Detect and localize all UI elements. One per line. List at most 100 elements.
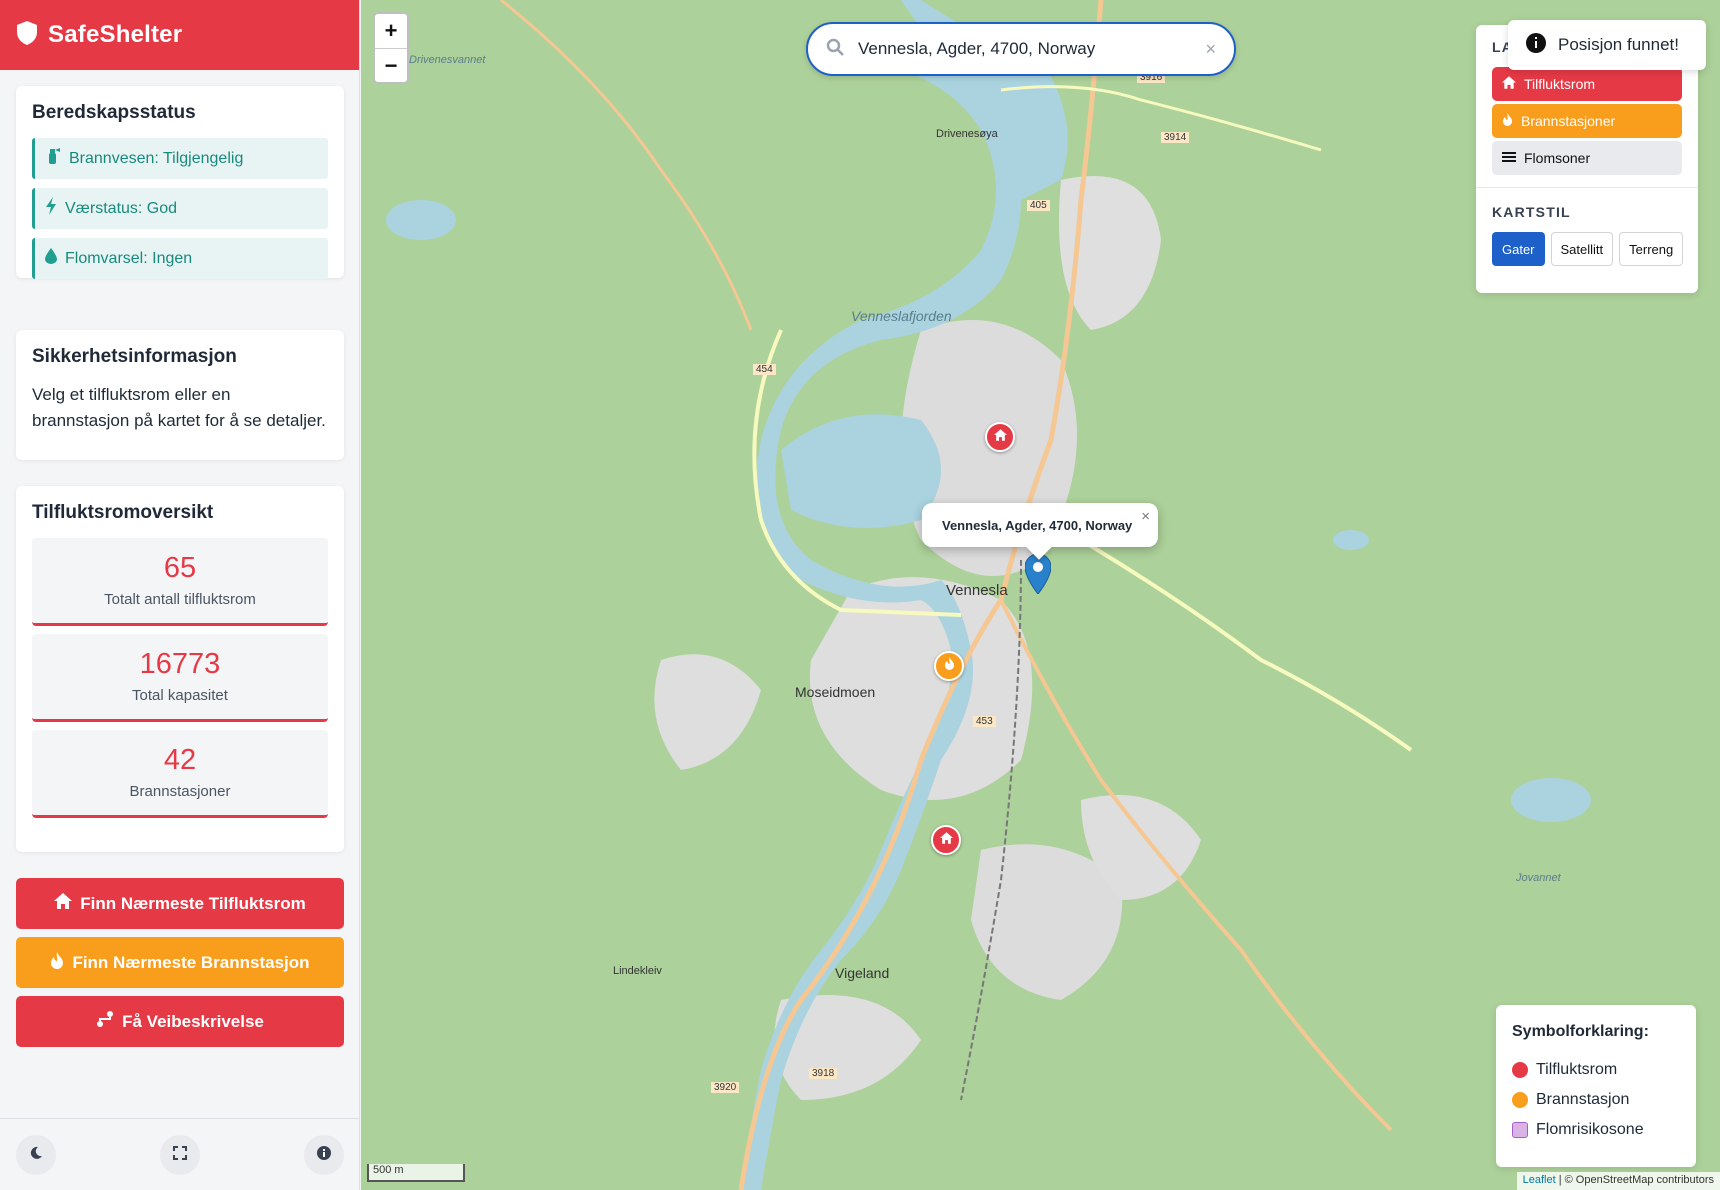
stat-value: 65 bbox=[163, 552, 197, 584]
preparedness-title: Beredskapsstatus bbox=[32, 102, 196, 123]
toast-notification: Posisjon funnet! bbox=[1508, 20, 1706, 70]
safety-info-title: Sikkerhetsinformasjon bbox=[32, 346, 237, 367]
road-shield: 453 bbox=[973, 716, 996, 727]
info-icon bbox=[1526, 32, 1546, 58]
get-directions-button[interactable]: Få Veibeskrivelse bbox=[16, 996, 344, 1047]
map-label-town: Vennesla bbox=[946, 582, 1008, 599]
sidebar: SafeShelter Beredskapsstatus Brannvesen:… bbox=[0, 0, 360, 1190]
popup-text: Vennesla, Agder, 4700, Norway bbox=[942, 517, 1133, 533]
map-style-group: Gater Satellitt Terreng bbox=[1492, 232, 1684, 266]
status-fire-service: Brannvesen: Tilgjengelig bbox=[32, 138, 328, 179]
shelter-marker[interactable] bbox=[931, 825, 961, 855]
search-icon bbox=[826, 38, 844, 61]
button-label: Finn Nærmeste Brannstasjon bbox=[72, 952, 310, 972]
stat-value: 16773 bbox=[139, 648, 221, 680]
app-root: SafeShelter Beredskapsstatus Brannvesen:… bbox=[0, 0, 1720, 1190]
toast-text: Posisjon funnet! bbox=[1558, 35, 1679, 54]
status-label: Værstatus: God bbox=[65, 199, 178, 217]
shield-icon bbox=[16, 20, 38, 51]
zoom-out-button[interactable]: − bbox=[375, 48, 407, 82]
brand-header: SafeShelter bbox=[0, 0, 359, 70]
map-scale: 500 m bbox=[367, 1164, 465, 1182]
fire-icon bbox=[1502, 113, 1513, 129]
location-popup: Vennesla, Agder, 4700, Norway × bbox=[922, 503, 1158, 560]
red-dot-icon bbox=[1512, 1062, 1528, 1078]
road-shield: 3920 bbox=[711, 1082, 740, 1093]
map-label-fjord: Venneslafjorden bbox=[851, 308, 952, 324]
droplet-icon bbox=[45, 248, 57, 269]
map-attribution: Leaflet | © OpenStreetMap contributors bbox=[1516, 1172, 1720, 1190]
map-label-drivenesoya: Drivenesøya bbox=[936, 128, 998, 140]
legend-label: Flomrisikosone bbox=[1536, 1121, 1644, 1138]
app-name: SafeShelter bbox=[48, 21, 183, 48]
map-style-title: KARTSTIL bbox=[1492, 204, 1571, 220]
map-label-jovannet: Jovannet bbox=[1516, 872, 1561, 884]
search-bar: × bbox=[806, 22, 1236, 76]
home-icon bbox=[993, 428, 1007, 446]
safety-info-text: Velg et tilfluktsrom eller en brannstasj… bbox=[32, 385, 326, 430]
info-button[interactable] bbox=[304, 1134, 344, 1175]
stat-total-shelters: 65 Totalt antall tilfluktsrom bbox=[32, 538, 328, 626]
orange-dot-icon bbox=[1512, 1092, 1528, 1108]
overview-card: Tilfluktsromoversikt 65 Totalt antall ti… bbox=[16, 486, 344, 852]
popup-close-button[interactable]: × bbox=[1141, 508, 1150, 525]
fire-station-marker[interactable] bbox=[934, 651, 964, 681]
layer-toggle-flood-zones[interactable]: Flomsoner bbox=[1492, 141, 1682, 175]
home-icon bbox=[939, 831, 953, 849]
stat-fire-stations: 42 Brannstasjoner bbox=[32, 730, 328, 818]
map-style-streets-button[interactable]: Gater bbox=[1492, 232, 1545, 266]
stat-value: 42 bbox=[163, 744, 197, 776]
find-nearest-fire-station-button[interactable]: Finn Nærmeste Brannstasjon bbox=[16, 937, 344, 988]
road-shield: 454 bbox=[753, 364, 776, 375]
legend-title: Symbolforklaring: bbox=[1512, 1023, 1649, 1040]
layer-label: Tilfluktsrom bbox=[1524, 76, 1596, 92]
map-label-lindekleiv: Lindekleiv bbox=[613, 965, 662, 977]
route-icon bbox=[96, 1011, 114, 1032]
legend-label: Brannstasjon bbox=[1536, 1091, 1630, 1108]
fullscreen-button[interactable] bbox=[160, 1134, 200, 1175]
layer-label: Brannstasjoner bbox=[1521, 113, 1616, 129]
button-label: Få Veibeskrivelse bbox=[122, 1011, 264, 1031]
legend-item-shelter: Tilfluktsrom bbox=[1512, 1055, 1680, 1085]
leaflet-link[interactable]: Leaflet bbox=[1523, 1174, 1556, 1186]
layer-toggle-fire-stations[interactable]: Brannstasjoner bbox=[1492, 104, 1682, 138]
layer-toggle-shelters[interactable]: Tilfluktsrom bbox=[1492, 67, 1682, 101]
road-shield: 405 bbox=[1027, 200, 1050, 211]
water-icon bbox=[1502, 150, 1516, 166]
road-shield: 3918 bbox=[809, 1068, 838, 1079]
search-input[interactable] bbox=[858, 39, 1192, 59]
dark-mode-button[interactable] bbox=[16, 1134, 56, 1175]
button-label: Finn Nærmeste Tilfluktsrom bbox=[80, 893, 306, 913]
overview-title: Tilfluktsromoversikt bbox=[32, 502, 214, 523]
status-label: Brannvesen: Tilgjengelig bbox=[69, 149, 244, 167]
find-nearest-shelter-button[interactable]: Finn Nærmeste Tilfluktsrom bbox=[16, 878, 344, 929]
legend-item-fire-station: Brannstasjon bbox=[1512, 1085, 1680, 1115]
road-shield: 3914 bbox=[1161, 132, 1190, 143]
info-icon bbox=[317, 1146, 331, 1163]
legend-item-flood-zone: Flomrisikosone bbox=[1512, 1115, 1680, 1145]
shelter-marker[interactable] bbox=[985, 422, 1015, 452]
zoom-in-button[interactable]: + bbox=[375, 14, 407, 48]
home-icon bbox=[1502, 76, 1516, 92]
stat-label: Brannstasjoner bbox=[129, 783, 231, 800]
map-label-vigeland: Vigeland bbox=[835, 965, 890, 981]
fire-icon bbox=[50, 951, 64, 974]
attribution-text: | © OpenStreetMap contributors bbox=[1558, 1174, 1714, 1186]
sidebar-footer bbox=[0, 1118, 360, 1190]
clear-search-button[interactable]: × bbox=[1205, 39, 1216, 60]
fire-icon bbox=[944, 657, 955, 675]
zoom-control: + − bbox=[373, 12, 409, 84]
location-pin-icon[interactable] bbox=[1024, 553, 1052, 599]
map-style-satellite-button[interactable]: Satellitt bbox=[1550, 232, 1614, 266]
map-style-terrain-button[interactable]: Terreng bbox=[1619, 232, 1684, 266]
status-label: Flomvarsel: Ingen bbox=[65, 249, 193, 267]
map-label-drivenesvannet: Drivenesvannet bbox=[409, 54, 486, 66]
stat-label: Total kapasitet bbox=[132, 687, 228, 704]
flood-zone-swatch-icon bbox=[1512, 1122, 1528, 1138]
stat-total-capacity: 16773 Total kapasitet bbox=[32, 634, 328, 722]
moon-icon bbox=[29, 1146, 43, 1163]
status-weather: Værstatus: God bbox=[32, 188, 328, 229]
home-icon bbox=[54, 893, 73, 914]
map-label-moseidmoen: Moseidmoen bbox=[795, 684, 876, 700]
map-view[interactable]: Venneslafjorden Vennesla Moseidmoen Vige… bbox=[361, 0, 1720, 1190]
